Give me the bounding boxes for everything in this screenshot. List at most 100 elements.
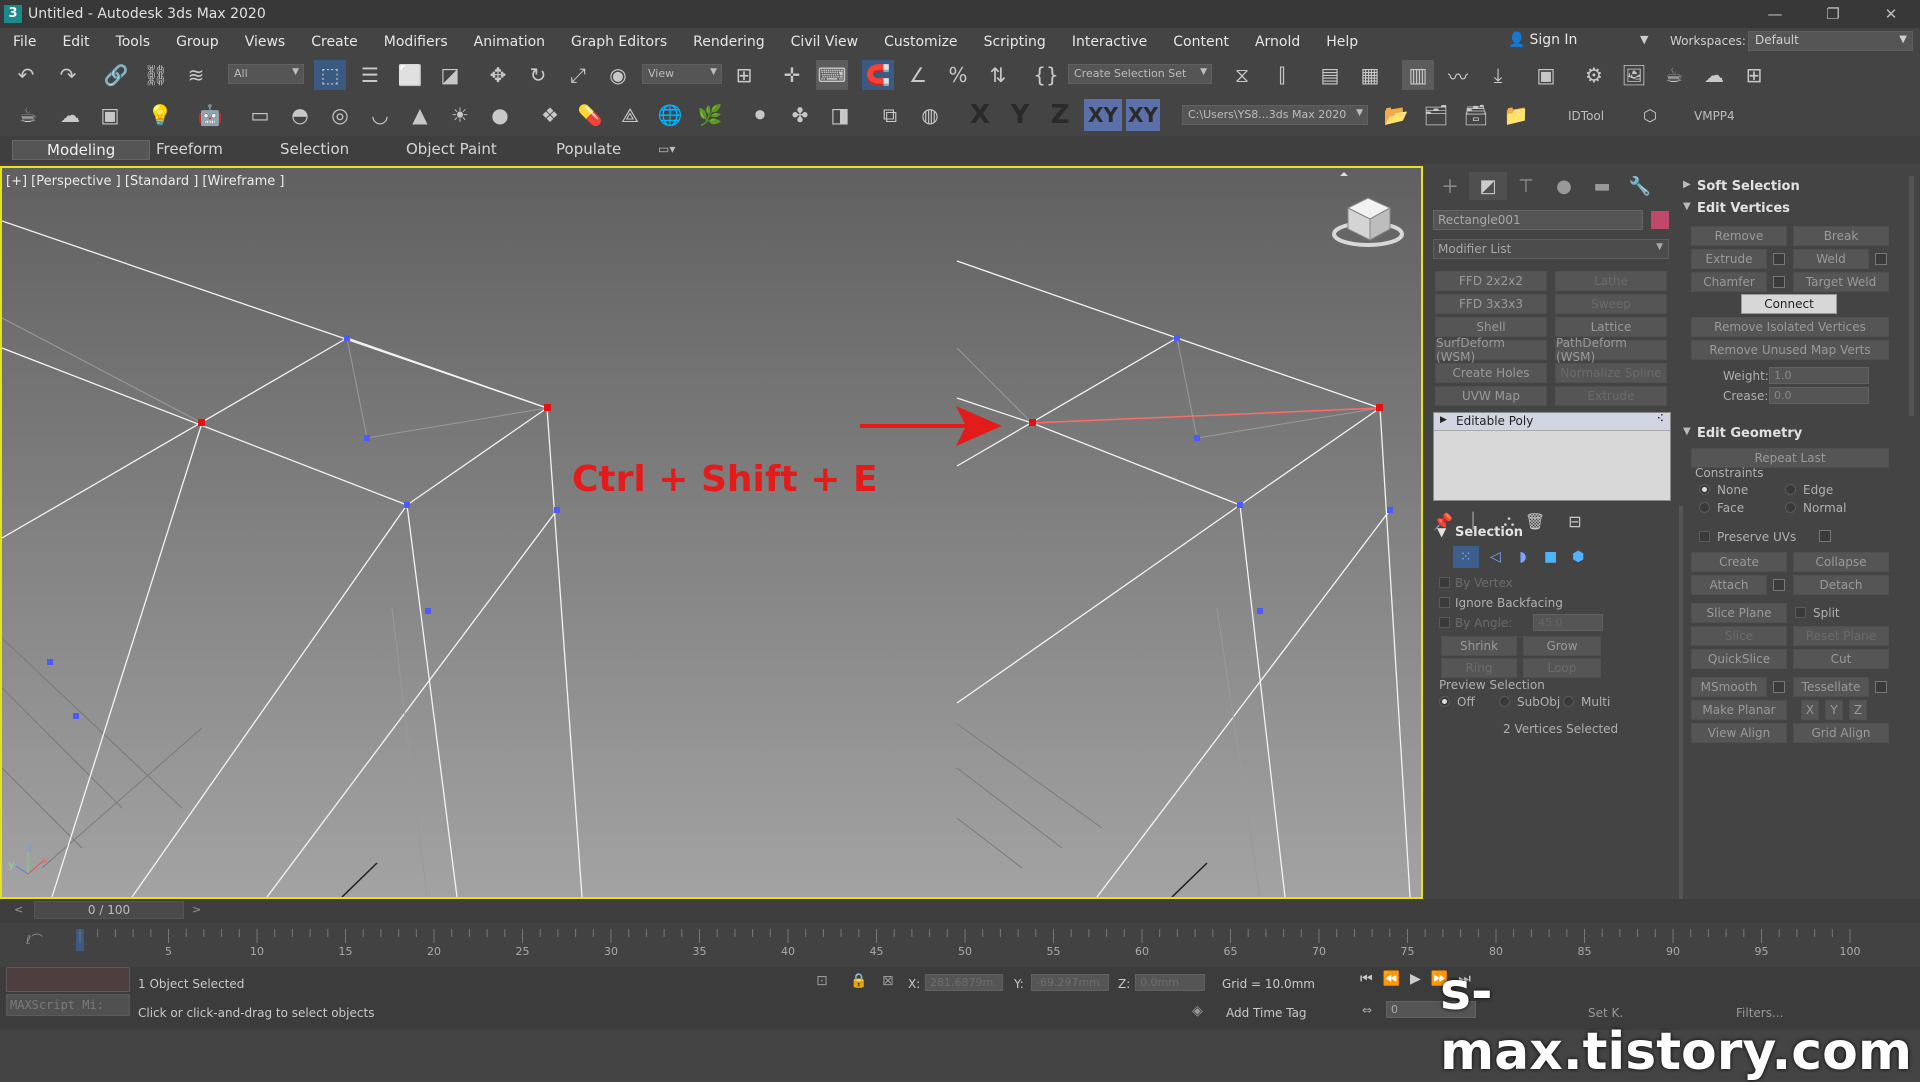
element-mode-icon[interactable]: ⬢ <box>1567 546 1589 568</box>
tessellate-settings-icon[interactable] <box>1875 681 1887 693</box>
preserve-uvs-settings-icon[interactable] <box>1819 530 1831 542</box>
vertex-mode-icon[interactable]: ⁙ <box>1453 546 1479 568</box>
planar-z-button[interactable]: Z <box>1849 700 1867 720</box>
menu-help[interactable]: Help <box>1313 34 1371 50</box>
previous-key-icon[interactable]: ⏪ <box>1383 971 1400 987</box>
render-frame-icon[interactable]: ▣ <box>94 100 126 130</box>
viewcube-icon[interactable] <box>1332 172 1404 247</box>
menu-civil-view[interactable]: Civil View <box>778 34 871 50</box>
object-color-swatch[interactable] <box>1651 211 1669 229</box>
scene-explorer-icon[interactable]: ▥ <box>1402 60 1434 90</box>
utilities-tab-icon[interactable]: 🔧 <box>1621 172 1659 200</box>
modifier-button[interactable]: Sweep <box>1555 294 1667 314</box>
tab-populate[interactable]: Populate <box>522 140 655 160</box>
soft-selection-rollout-title[interactable]: Soft Selection <box>1697 179 1800 194</box>
shield-icon[interactable]: ⬡ <box>1634 100 1666 130</box>
undo-icon[interactable]: ↶ <box>10 60 42 90</box>
grid-align-button[interactable]: Grid Align <box>1793 723 1889 743</box>
curve-editor-icon[interactable]: 〰 <box>1442 60 1474 90</box>
absolute-mode-icon[interactable]: ⊠ <box>882 973 894 989</box>
folder-export-icon[interactable]: 🗃 <box>1460 100 1492 130</box>
pivot-center-icon[interactable]: ⊞ <box>728 60 760 90</box>
right-scrollbar[interactable] <box>1909 176 1914 416</box>
repeat-last-button[interactable]: Repeat Last <box>1691 448 1889 468</box>
window-crossing-icon[interactable]: ◪ <box>434 60 466 90</box>
stack-item-editable-poly[interactable]: ▶ Editable Poly ⠪ <box>1434 413 1670 431</box>
workspace-select[interactable]: Default ▼ <box>1748 31 1913 51</box>
cut-button[interactable]: Cut <box>1793 649 1889 669</box>
selection-filter-select[interactable]: All ▼ <box>228 64 304 84</box>
project-path-select[interactable]: C:\Users\YS8...3ds Max 2020 ▼ <box>1182 105 1368 125</box>
menu-create[interactable]: Create <box>298 34 371 50</box>
menu-scripting[interactable]: Scripting <box>971 34 1059 50</box>
border-mode-icon[interactable]: ◗ <box>1512 546 1534 568</box>
named-selection-set-select[interactable]: Create Selection Set ▼ <box>1068 64 1212 84</box>
sun-icon[interactable]: ☀ <box>444 100 476 130</box>
menu-graph-editors[interactable]: Graph Editors <box>558 34 680 50</box>
modify-tab-icon[interactable]: ◩ <box>1469 172 1507 200</box>
play-icon[interactable]: ▶ <box>1410 971 1421 987</box>
cloud-icon[interactable]: ☁ <box>54 100 86 130</box>
sphere-half-icon[interactable]: ◓ <box>284 100 316 130</box>
light-bulb-icon[interactable]: 💡 <box>144 100 176 130</box>
modifier-list-select[interactable]: Modifier List ▼ <box>1433 239 1669 259</box>
modifier-button[interactable]: UVW Map <box>1435 386 1547 406</box>
weld-settings-icon[interactable] <box>1875 253 1887 265</box>
time-slider-handle[interactable]: 0 / 100 <box>34 901 184 919</box>
minimize-icon[interactable]: — <box>1746 0 1804 28</box>
msmooth-button[interactable]: MSmooth <box>1691 677 1767 697</box>
remove-modifier-icon[interactable]: 🗑 <box>1519 506 1551 536</box>
clone-icon[interactable]: ⧉ <box>874 100 906 130</box>
edit-named-selection-icon[interactable]: {} <box>1030 60 1062 90</box>
preview-off-radio[interactable] <box>1439 696 1450 707</box>
modifier-button[interactable]: SurfDeform (WSM) <box>1435 336 1547 364</box>
edit-vertices-arrow-icon[interactable]: ▼ <box>1683 201 1691 212</box>
globe-icon[interactable]: 🌐 <box>654 100 686 130</box>
angle-snap-icon[interactable]: ∠ <box>902 60 934 90</box>
rendered-frame-window-icon[interactable]: 🖼 <box>1618 60 1650 90</box>
shrink-button[interactable]: Shrink <box>1441 636 1517 656</box>
vertex[interactable] <box>425 608 431 614</box>
idtool-label[interactable]: IDTool <box>1568 109 1604 123</box>
axis-xy-cycle-button[interactable]: XY <box>1126 99 1160 131</box>
snaps-toggle-icon[interactable]: 🧲 <box>862 60 894 90</box>
vertex[interactable] <box>404 502 410 508</box>
axis-xy-button[interactable]: XY <box>1084 99 1122 131</box>
time-tag-icon[interactable]: ◈ <box>1192 1003 1203 1019</box>
detach-button[interactable]: Detach <box>1793 575 1889 595</box>
modifier-button[interactable]: Lathe <box>1555 271 1667 291</box>
by-vertex-checkbox[interactable] <box>1439 577 1450 588</box>
planar-y-button[interactable]: Y <box>1825 700 1843 720</box>
crease-spinner[interactable]: 0.0 <box>1769 387 1869 404</box>
x-coordinate-field[interactable]: 281.6879m <box>925 974 1003 991</box>
break-button[interactable]: Break <box>1793 226 1889 246</box>
edit-geometry-rollout-title[interactable]: Edit Geometry <box>1697 426 1802 441</box>
place-icon[interactable]: ◉ <box>602 60 634 90</box>
toggle-ribbon-icon[interactable]: ▦ <box>1354 60 1386 90</box>
rotate-icon[interactable]: ↻ <box>522 60 554 90</box>
chamfer-button[interactable]: Chamfer <box>1691 272 1767 292</box>
add-time-tag-text[interactable]: Add Time Tag <box>1226 1006 1307 1020</box>
modifier-stack[interactable]: ▶ Editable Poly ⠪ <box>1433 412 1671 501</box>
vertex[interactable] <box>1174 335 1180 341</box>
by-angle-spinner[interactable]: 45.0 <box>1533 614 1603 631</box>
quickslice-button[interactable]: QuickSlice <box>1691 649 1787 669</box>
extrude-button[interactable]: Extrude <box>1691 249 1767 269</box>
menu-animation[interactable]: Animation <box>461 34 558 50</box>
rectangle-region-icon[interactable]: ⬜ <box>394 60 426 90</box>
menu-arnold[interactable]: Arnold <box>1242 34 1313 50</box>
move-icon[interactable]: ✥ <box>482 60 514 90</box>
folder-open-icon[interactable]: 📂 <box>1380 100 1412 130</box>
vertex[interactable] <box>344 335 350 341</box>
constraint-none-radio[interactable] <box>1699 484 1710 495</box>
collapse-button[interactable]: Collapse <box>1793 552 1889 572</box>
soft-selection-arrow-icon[interactable]: ▶ <box>1683 179 1691 190</box>
lock-selection-icon[interactable]: 🔒 <box>850 973 867 989</box>
create-button[interactable]: Create <box>1691 552 1787 572</box>
spinner-snap-icon[interactable]: ⇅ <box>982 60 1014 90</box>
motion-tab-icon[interactable]: ● <box>1545 172 1583 200</box>
reset-plane-button[interactable]: Reset Plane <box>1793 626 1889 646</box>
menu-content[interactable]: Content <box>1160 34 1242 50</box>
camera-lens-icon[interactable]: ◍ <box>914 100 946 130</box>
redo-icon[interactable]: ↷ <box>52 60 84 90</box>
